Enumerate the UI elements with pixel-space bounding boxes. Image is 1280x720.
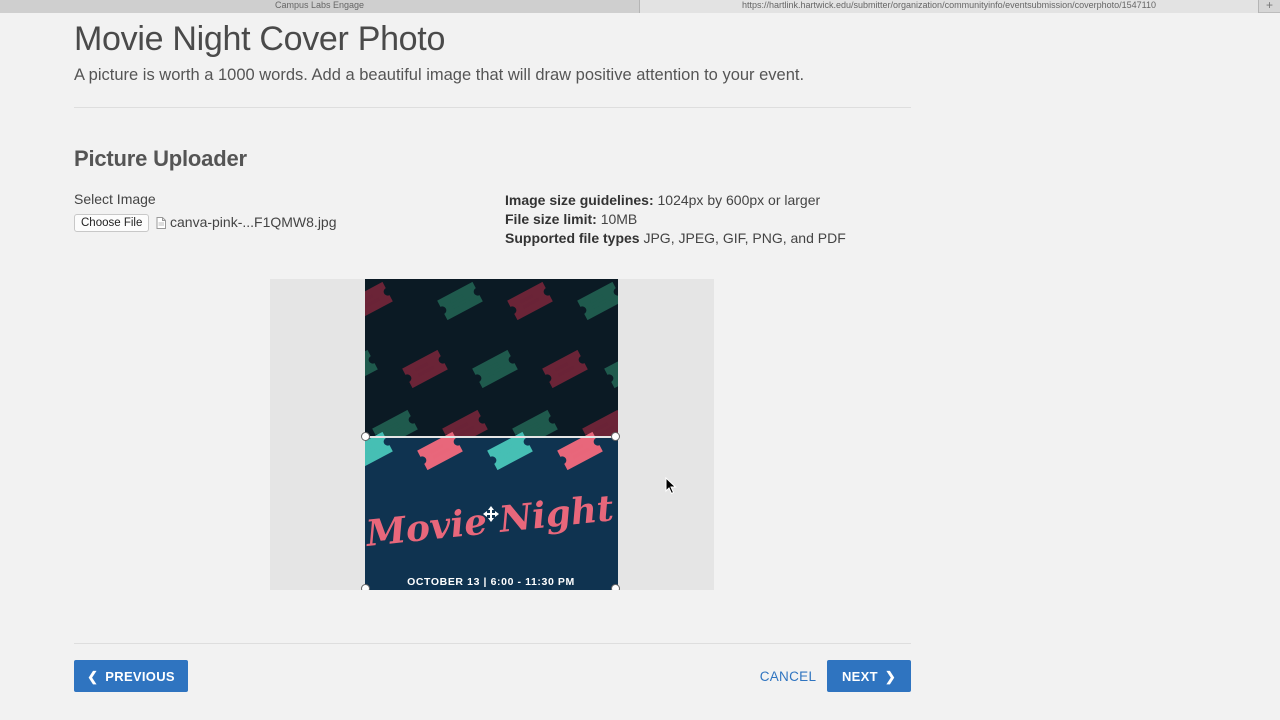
selected-file-name: canva-pink-...F1QMW8.jpg [170, 214, 337, 230]
section-title: Picture Uploader [74, 146, 247, 171]
footer-divider [74, 643, 911, 644]
browser-tab-bar: Campus Labs Engage https://hartlink.hart… [0, 0, 1280, 13]
guideline-file-types: Supported file types JPG, JPEG, GIF, PNG… [505, 230, 846, 246]
page-subtitle: A picture is worth a 1000 words. Add a b… [74, 66, 805, 84]
chevron-left-icon: ❮ [87, 668, 99, 684]
chevron-right-icon: ❯ [884, 668, 897, 684]
crop-handle-left[interactable] [361, 432, 370, 441]
image-guidelines: Image size guidelines: 1024px by 600px o… [505, 191, 846, 248]
crop-boundary-line[interactable] [366, 436, 616, 438]
page-title: Movie Night Cover Photo [74, 20, 446, 58]
new-tab-button[interactable]: + [1258, 0, 1280, 13]
poster-preview[interactable]: Movie Night OCTOBER 13 | 6:00 - 11:30 PM [365, 279, 618, 590]
next-button[interactable]: NEXT ❯ [827, 660, 911, 692]
mouse-cursor-icon [665, 477, 677, 495]
cancel-button[interactable]: CANCEL [756, 660, 820, 692]
crop-handle-right[interactable] [611, 432, 620, 441]
guideline-file-size: File size limit: 10MB [505, 211, 638, 227]
header-divider [74, 107, 911, 108]
previous-button[interactable]: ❮ PREVIOUS [74, 660, 188, 692]
select-image-label: Select Image [74, 191, 156, 207]
file-icon [156, 217, 166, 229]
guideline-size: Image size guidelines: 1024px by 600px o… [505, 192, 821, 208]
browser-tab-campus-labs[interactable]: Campus Labs Engage [0, 0, 640, 13]
crop-handle-bottom-right[interactable] [611, 584, 620, 590]
choose-file-button[interactable]: Choose File [74, 214, 150, 232]
image-cropper[interactable]: Movie Night OCTOBER 13 | 6:00 - 11:30 PM [270, 279, 714, 590]
crop-handle-bottom-left[interactable] [361, 584, 370, 590]
browser-tab-coverphoto[interactable]: https://hartlink.hartwick.edu/submitter/… [640, 0, 1258, 13]
poster-date: OCTOBER 13 | 6:00 - 11:30 PM [407, 576, 575, 588]
